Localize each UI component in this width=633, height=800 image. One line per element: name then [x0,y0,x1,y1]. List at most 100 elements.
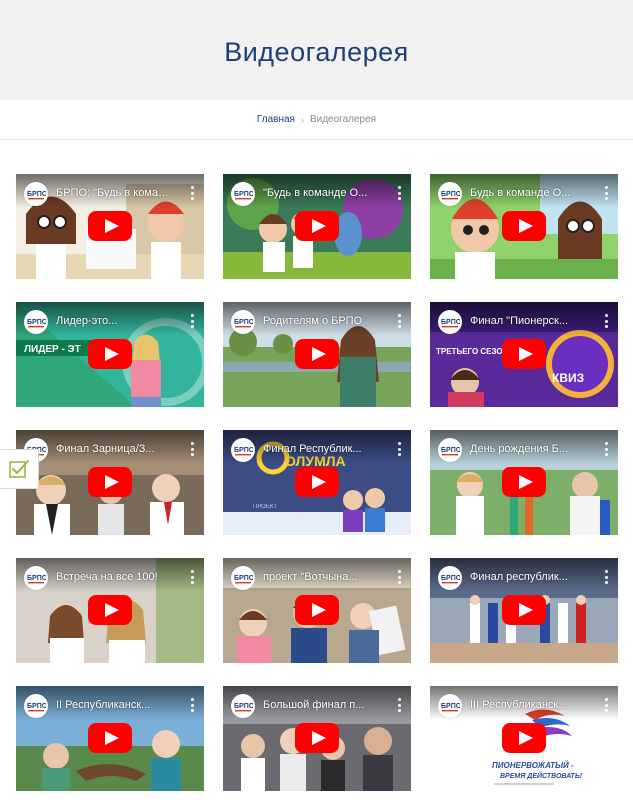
svg-text:БРПО: БРПО [27,575,46,582]
video-card[interactable]: ТРЕТЬЕГО СЕЗО КВИЗ БРПО Финал "Пионерск..… [430,302,618,407]
checkbox-check-icon [9,460,29,478]
kebab-menu-icon[interactable] [188,314,196,328]
video-card[interactable]: ЛИДЕР - ЭТ БРПО Лидер-это... [16,302,204,407]
svg-text:КВИЗ: КВИЗ [552,371,584,385]
video-card[interactable]: ОЛУМЛАПРОЕКТ БРПО Финал Республик... [223,430,411,535]
video-title[interactable]: Большой финал п... [263,699,381,712]
brpo-logo-icon[interactable]: БРПО [231,566,255,590]
kebab-menu-icon[interactable] [395,186,403,200]
svg-text:БРПО: БРПО [234,447,253,454]
kebab-menu-icon[interactable] [188,442,196,456]
brpo-logo-icon[interactable]: БРПО [24,566,48,590]
video-title[interactable]: "Будь в команде О... [263,187,381,200]
kebab-menu-icon[interactable] [602,570,610,584]
svg-text:БРПО: БРПО [234,319,253,326]
kebab-menu-icon[interactable] [188,698,196,712]
kebab-menu-icon[interactable] [188,570,196,584]
video-card[interactable]: БРПО II Республиканск... [16,686,204,791]
breadcrumb-current: Видеогалерея [309,114,377,125]
video-card[interactable]: ПИОНЕРВОЖАТЫЙ - ВРЕМЯ ДЕЙСТВОВАТЬ! БРПО I… [430,686,618,791]
video-card[interactable]: БРПО проект "Вотчына... [223,558,411,663]
youtube-play-icon[interactable] [88,723,132,753]
video-title[interactable]: БРПО: "Будь в команде О... [56,187,174,200]
video-title[interactable]: Финал республик... [470,571,588,584]
svg-text:БРПО: БРПО [441,447,460,454]
brpo-logo-icon[interactable]: БРПО [24,182,48,206]
svg-text:БРПО: БРПО [234,191,253,198]
video-title[interactable]: Финал Республик... [263,443,381,456]
youtube-play-icon[interactable] [88,211,132,241]
video-card[interactable]: БРПО Будь в команде О... [430,174,618,279]
kebab-menu-icon[interactable] [602,314,610,328]
video-card[interactable]: БРПО Родителям о БРПО [223,302,411,407]
brpo-logo-icon[interactable]: БРПО [24,310,48,334]
youtube-play-icon[interactable] [295,339,339,369]
video-card[interactable]: БРПО Финал республик... [430,558,618,663]
youtube-play-icon[interactable] [295,467,339,497]
youtube-play-icon[interactable] [502,211,546,241]
video-card[interactable]: БРПО БРПО: "Будь в команде О... [16,174,204,279]
kebab-menu-icon[interactable] [395,570,403,584]
kebab-menu-icon[interactable] [395,442,403,456]
kebab-menu-icon[interactable] [602,186,610,200]
brpo-logo-icon[interactable]: БРПО [24,694,48,718]
svg-text:БРПО: БРПО [441,191,460,198]
youtube-play-icon[interactable] [295,211,339,241]
video-title[interactable]: III Республиканск... [470,699,588,712]
youtube-play-icon[interactable] [295,723,339,753]
svg-text:ПРОЕКТ: ПРОЕКТ [253,504,277,510]
video-title[interactable]: Финал Зарница/З... [56,443,174,456]
side-check-widget[interactable] [0,449,39,489]
svg-text:БРПО: БРПО [234,703,253,710]
youtube-play-icon[interactable] [88,595,132,625]
video-title[interactable]: Лидер-это... [56,315,174,328]
kebab-menu-icon[interactable] [602,698,610,712]
video-card[interactable]: БРПО Финал Зарница/З... [16,430,204,535]
video-card[interactable]: БРПО Встреча на все 100! [16,558,204,663]
svg-text:ТРЕТЬЕГО СЕЗО: ТРЕТЬЕГО СЕЗО [436,347,503,356]
svg-text:БРПО: БРПО [441,319,460,326]
brpo-logo-icon[interactable]: БРПО [231,182,255,206]
kebab-menu-icon[interactable] [395,314,403,328]
video-title[interactable]: проект "Вотчына... [263,571,381,584]
kebab-menu-icon[interactable] [395,698,403,712]
svg-text:БРПО: БРПО [27,319,46,326]
brpo-logo-icon[interactable]: БРПО [231,310,255,334]
youtube-play-icon[interactable] [502,723,546,753]
breadcrumb-separator: › [300,114,304,125]
video-card[interactable]: БРПО Большой финал п... [223,686,411,791]
brpo-logo-icon[interactable]: БРПО [438,182,462,206]
youtube-play-icon[interactable] [88,339,132,369]
breadcrumb-home-link[interactable]: Главная [257,114,295,125]
kebab-menu-icon[interactable] [188,186,196,200]
video-title[interactable]: День рождения Б... [470,443,588,456]
brpo-logo-icon[interactable]: БРПО [231,694,255,718]
youtube-play-icon[interactable] [88,467,132,497]
youtube-play-icon[interactable] [502,339,546,369]
page-title: Видеогалерея [224,36,409,67]
svg-text:ЛИДЕР - ЭТ: ЛИДЕР - ЭТ [24,344,81,355]
brpo-logo-icon[interactable]: БРПО [438,438,462,462]
video-title[interactable]: Встреча на все 100! [56,571,174,584]
video-title[interactable]: Родителям о БРПО [263,315,381,328]
youtube-play-icon[interactable] [502,467,546,497]
youtube-play-icon[interactable] [295,595,339,625]
brpo-logo-icon[interactable]: БРПО [438,310,462,334]
breadcrumb: Главная › Видеогалерея [0,100,633,140]
brpo-logo-icon[interactable]: БРПО [438,694,462,718]
youtube-play-icon[interactable] [502,595,546,625]
kebab-menu-icon[interactable] [602,442,610,456]
video-title[interactable]: Финал "Пионерск... [470,315,588,328]
svg-text:ВРЕМЯ ДЕЙСТВОВАТЬ!: ВРЕМЯ ДЕЙСТВОВАТЬ! [500,771,583,780]
video-card[interactable]: БРПО День рождения Б... [430,430,618,535]
svg-text:БРПО: БРПО [27,703,46,710]
brpo-logo-icon[interactable]: БРПО [231,438,255,462]
video-title[interactable]: Будь в команде О... [470,187,588,200]
video-title[interactable]: II Республиканск... [56,699,174,712]
brpo-logo-icon[interactable]: БРПО [438,566,462,590]
page-header: Видеогалерея [0,0,633,100]
svg-text:ПИОНЕРВОЖАТЫЙ -: ПИОНЕРВОЖАТЫЙ - [492,761,574,770]
svg-text:БРПО: БРПО [441,575,460,582]
video-card[interactable]: БРПО "Будь в команде О... [223,174,411,279]
svg-text:БРПО: БРПО [441,703,460,710]
